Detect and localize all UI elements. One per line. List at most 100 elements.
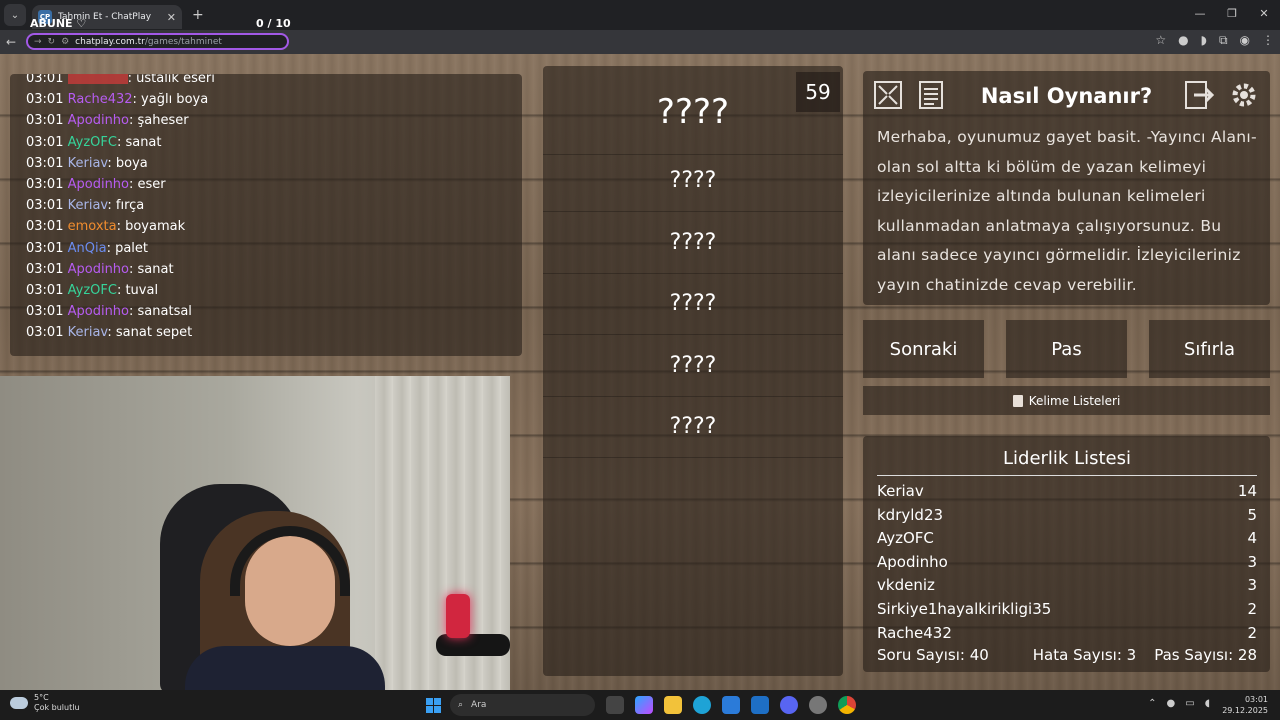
edge-icon[interactable] bbox=[693, 696, 711, 714]
hidden-word: ???? bbox=[669, 291, 717, 316]
streamer-hoodie bbox=[185, 646, 385, 690]
chat-username[interactable]: AyzOFC bbox=[68, 283, 117, 298]
weather-widget[interactable]: 5°C Çok bulutlu bbox=[10, 693, 80, 713]
exit-icon[interactable] bbox=[1183, 78, 1217, 112]
mail-icon[interactable] bbox=[751, 696, 769, 714]
chat-username[interactable]: Apodinho bbox=[68, 262, 129, 277]
chat-time: 03:01 bbox=[26, 74, 64, 86]
reload-icon[interactable]: ↻ bbox=[48, 37, 56, 47]
extension-shield-icon[interactable]: ● bbox=[1178, 33, 1188, 48]
chat-username[interactable]: emoxta bbox=[68, 219, 117, 234]
chat-text: : fırça bbox=[107, 198, 145, 214]
microphone bbox=[446, 594, 470, 638]
cloud-icon bbox=[10, 697, 28, 709]
chat-username[interactable]: Keriav bbox=[68, 325, 108, 340]
url-text: chatplay.com.tr/games/tahminet bbox=[75, 37, 222, 47]
chat-time: 03:01 bbox=[26, 198, 64, 214]
window-controls: — ❐ ✕ bbox=[1184, 0, 1280, 30]
subscribe-overlay: ABUNE ♡ bbox=[30, 17, 87, 30]
chat-username[interactable]: Rache432 bbox=[68, 92, 133, 107]
chat-time: 03:01 bbox=[26, 240, 64, 256]
file-explorer-icon[interactable] bbox=[664, 696, 682, 714]
maximize-icon[interactable]: ❐ bbox=[1216, 0, 1248, 30]
store-icon[interactable] bbox=[722, 696, 740, 714]
chat-username[interactable]: AyzOFC bbox=[68, 135, 117, 150]
menu-kebab-icon[interactable]: ⋮ bbox=[1262, 33, 1274, 48]
address-bar[interactable]: → ↻ ⚙ chatplay.com.tr/games/tahminet bbox=[26, 33, 289, 50]
webcam-feed bbox=[0, 376, 510, 690]
minimize-icon[interactable]: — bbox=[1184, 0, 1216, 30]
chat-username[interactable]: Apodinho bbox=[68, 113, 129, 128]
microphone-icon[interactable]: ● bbox=[1167, 698, 1176, 709]
chat-time: 03:01 bbox=[26, 177, 64, 193]
new-tab-button[interactable]: + bbox=[192, 7, 204, 23]
stats-bar: Soru Sayısı: 40 Hata Sayısı: 3 Pas Sayıs… bbox=[877, 646, 1257, 664]
chat-text: : şaheser bbox=[129, 113, 189, 129]
volume-icon[interactable]: ◖ bbox=[1205, 698, 1210, 709]
hidden-word: ???? bbox=[669, 414, 717, 439]
gear-icon[interactable] bbox=[1227, 78, 1261, 112]
divider bbox=[543, 211, 843, 212]
tab-search-button[interactable]: ⌄ bbox=[4, 4, 26, 26]
mic-arm bbox=[436, 634, 510, 656]
discord-icon[interactable] bbox=[780, 696, 798, 714]
howto-text: Merhaba, oyunumuz gayet basit. -Yayıncı … bbox=[877, 128, 1257, 294]
system-clock[interactable]: 03:01 29.12.2025 bbox=[1222, 694, 1268, 716]
next-button[interactable]: Sonraki bbox=[863, 320, 984, 378]
copilot-icon[interactable] bbox=[635, 696, 653, 714]
chat-text: : sanatsal bbox=[129, 304, 192, 320]
profile-avatar-icon[interactable]: ◉ bbox=[1240, 33, 1250, 48]
bookmark-star-icon[interactable]: ☆ bbox=[1155, 33, 1166, 48]
close-window-icon[interactable]: ✕ bbox=[1248, 0, 1280, 30]
clock-time: 03:01 bbox=[1244, 695, 1268, 704]
main-word: ???? bbox=[656, 92, 730, 132]
temperature: 5°C bbox=[34, 693, 49, 702]
chat-username[interactable]: AnQia bbox=[68, 241, 107, 256]
divider bbox=[543, 457, 843, 458]
game-page: 03:01 : ustalık eseri 03:01 Rache432: yağ… bbox=[0, 54, 1280, 690]
chat-message: 03:01 Keriav: sanat sepet bbox=[26, 322, 506, 343]
url-path: /games/tahminet bbox=[144, 36, 222, 47]
back-icon[interactable]: ← bbox=[0, 35, 22, 49]
word-lists-button[interactable]: Kelime Listeleri bbox=[863, 386, 1270, 415]
task-view-icon[interactable] bbox=[606, 696, 624, 714]
taskbar-search[interactable]: ⌕ Ara bbox=[450, 694, 595, 716]
weather-condition: Çok bulutlu bbox=[34, 703, 80, 712]
pass-button[interactable]: Pas bbox=[1006, 320, 1127, 378]
leaderboard-row: AyzOFC 4 bbox=[877, 529, 1257, 547]
chat-username[interactable] bbox=[67, 74, 128, 84]
extensions-puzzle-icon[interactable]: ⧉ bbox=[1219, 33, 1228, 48]
chat-time: 03:01 bbox=[26, 113, 64, 129]
leaderboard-row: kdryld23 5 bbox=[877, 506, 1257, 524]
chat-message: 03:01 emoxta: boyamak bbox=[26, 216, 506, 237]
system-tray: ⌃ ● ▭ ◖ bbox=[1148, 698, 1210, 709]
pass-count: Pas Sayısı: 28 bbox=[1154, 646, 1257, 664]
chat-time: 03:01 bbox=[26, 155, 64, 171]
divider bbox=[543, 334, 843, 335]
app-icon[interactable] bbox=[809, 696, 827, 714]
leaderboard-row: Rache432 2 bbox=[877, 624, 1257, 638]
close-tab-icon[interactable]: ✕ bbox=[167, 11, 176, 24]
search-placeholder: Ara bbox=[471, 700, 487, 710]
chat-message: 03:01 Apodinho: sanatsal bbox=[26, 301, 506, 322]
extension-audio-icon[interactable]: ◗ bbox=[1201, 33, 1207, 48]
chat-message: 03:01 Keriav: fırça bbox=[26, 195, 506, 216]
chat-username[interactable]: Keriav bbox=[68, 198, 108, 213]
reset-button[interactable]: Sıfırla bbox=[1149, 320, 1270, 378]
chat-username[interactable]: Apodinho bbox=[68, 304, 129, 319]
forward-icon[interactable]: → bbox=[34, 37, 42, 47]
leaderboard-name: AyzOFC bbox=[877, 529, 934, 548]
chat-username[interactable]: Apodinho bbox=[68, 177, 129, 192]
chevron-up-icon[interactable]: ⌃ bbox=[1148, 698, 1156, 709]
hidden-word: ???? bbox=[669, 230, 717, 255]
clock-date: 29.12.2025 bbox=[1222, 706, 1268, 715]
display-icon[interactable]: ▭ bbox=[1185, 698, 1194, 709]
chat-text: : yağlı boya bbox=[132, 92, 209, 108]
word-lists-label: Kelime Listeleri bbox=[1028, 393, 1121, 408]
windows-taskbar: 5°C Çok bulutlu ⌕ Ara ⌃ ● ▭ ◖ 03:01 29.1… bbox=[0, 690, 1280, 720]
windows-start-icon[interactable] bbox=[426, 698, 441, 713]
site-info-icon[interactable]: ⚙ bbox=[61, 37, 69, 47]
chat-username[interactable]: Keriav bbox=[68, 156, 108, 171]
chat-text: : boyamak bbox=[116, 219, 186, 235]
chrome-icon[interactable] bbox=[838, 696, 856, 714]
